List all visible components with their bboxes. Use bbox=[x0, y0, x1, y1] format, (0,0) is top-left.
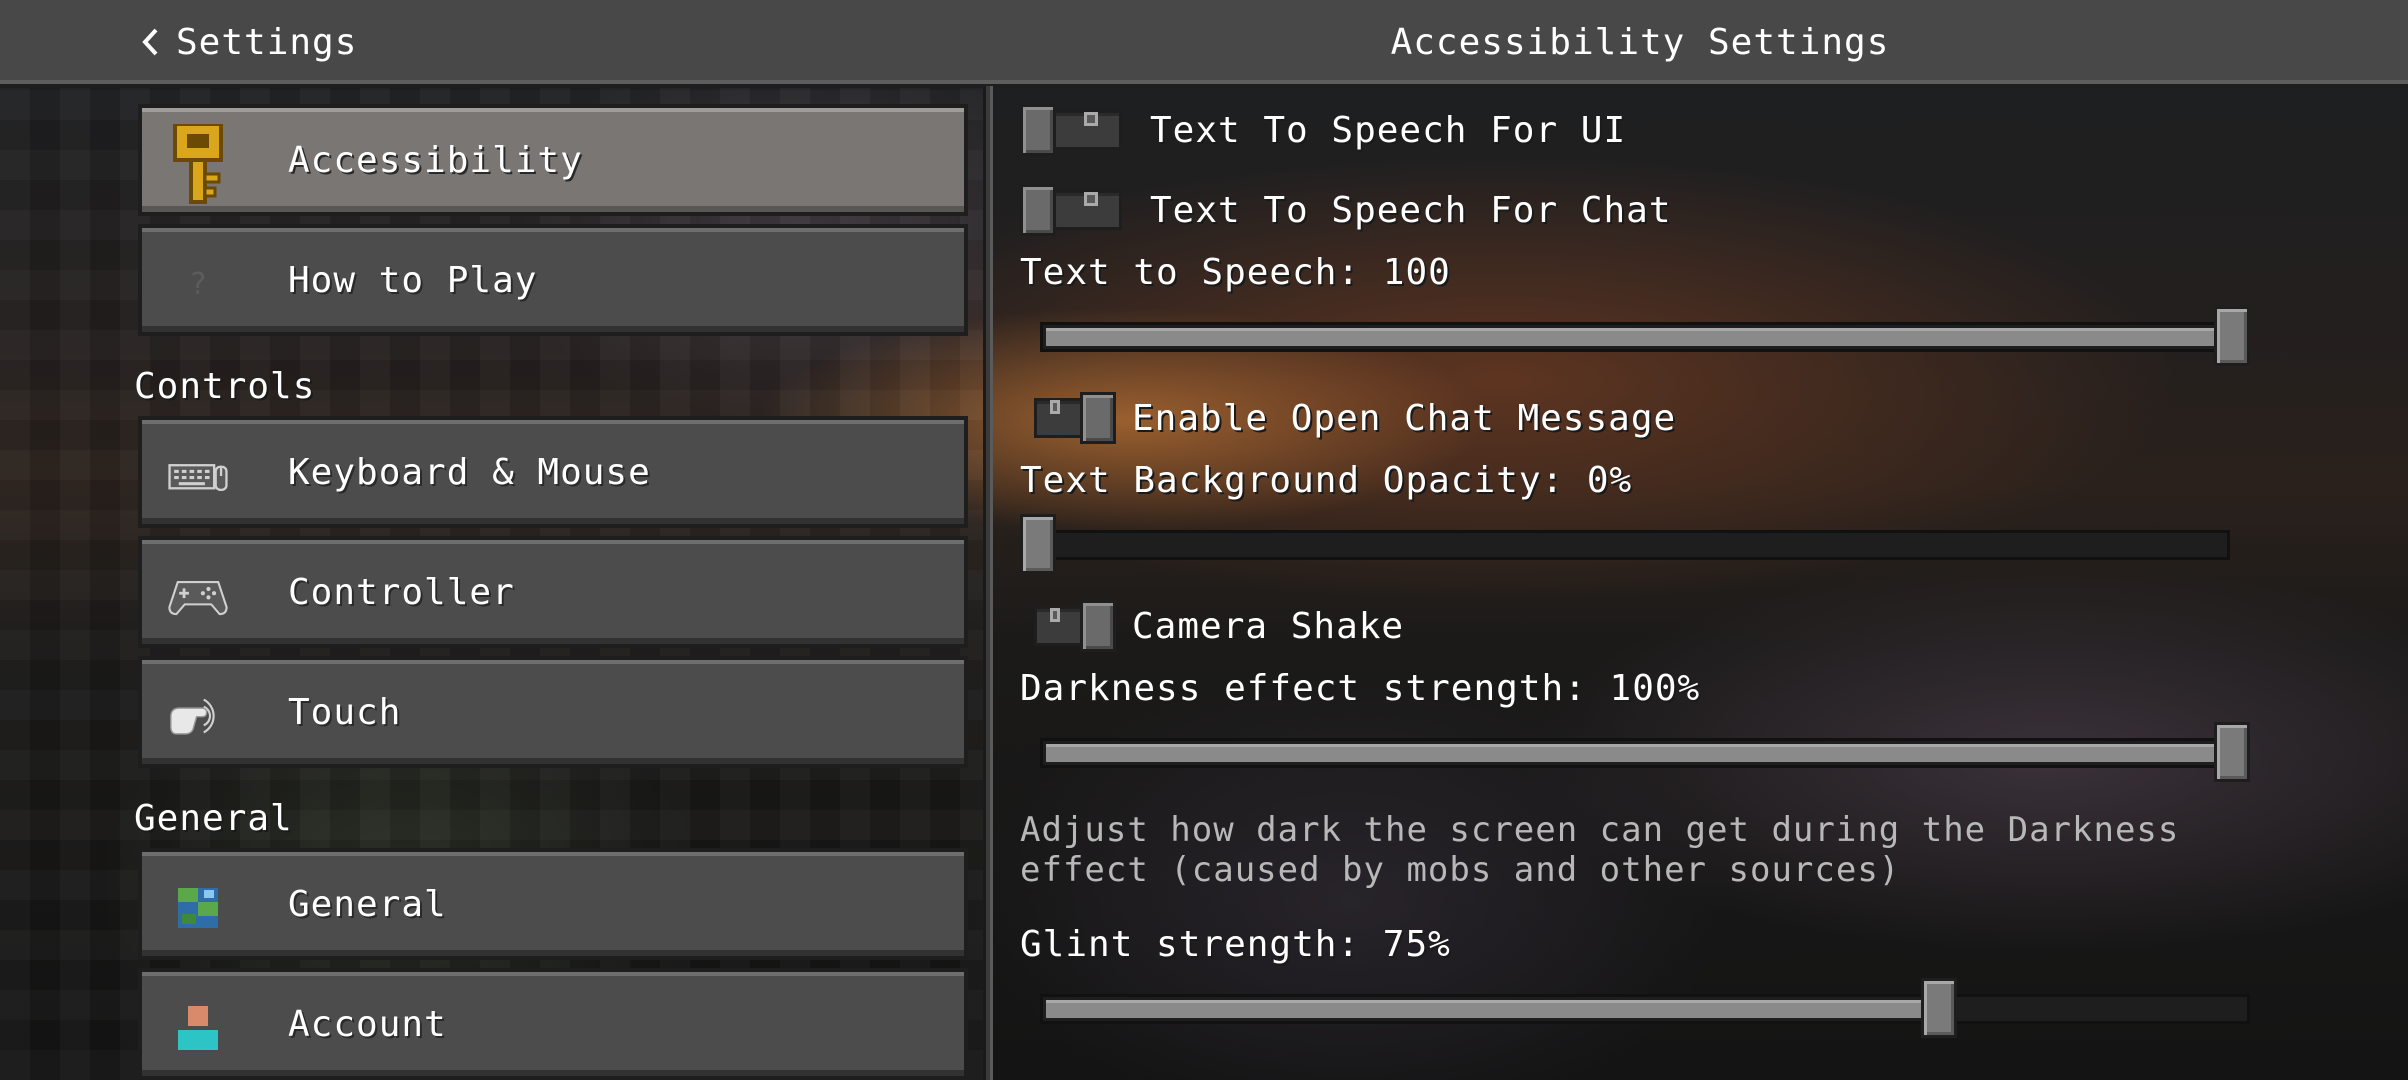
sidebar-item-controller[interactable]: Controller bbox=[138, 536, 968, 648]
glint-label: Glint strength: 75% bbox=[1020, 924, 1451, 965]
toggle-row-camera-shake[interactable]: Camera Shake bbox=[1020, 596, 1404, 656]
tts-ui-toggle[interactable] bbox=[1020, 102, 1124, 158]
camera-shake-toggle[interactable] bbox=[1020, 598, 1124, 654]
question-icon: ? bbox=[188, 266, 208, 302]
darkness-description: Adjust how dark the screen can get durin… bbox=[1020, 810, 2180, 890]
toggle-knob bbox=[1080, 600, 1116, 652]
toggle-row-tts-ui[interactable]: Text To Speech For UI bbox=[1020, 100, 1626, 160]
darkness-label: Darkness effect strength: 100% bbox=[1020, 668, 1701, 709]
tts-volume-label: Text to Speech: 100 bbox=[1020, 252, 1451, 293]
camera-shake-label: Camera Shake bbox=[1132, 605, 1405, 647]
glint-slider[interactable] bbox=[1040, 978, 2250, 1038]
sidebar: Accessibility ? How to Play Controls Key… bbox=[134, 86, 974, 1080]
sidebar-item-how-to-play[interactable]: ? How to Play bbox=[138, 224, 968, 336]
settings-panel: Text To Speech For UI Text To Speech For… bbox=[1000, 86, 2300, 1080]
sidebar-item-keyboard-mouse[interactable]: Keyboard & Mouse bbox=[138, 416, 968, 528]
page-title: Accessibility Settings bbox=[1390, 21, 1890, 63]
sidebar-item-label: Accessibility bbox=[288, 139, 583, 181]
sidebar-item-label: Controller bbox=[288, 571, 515, 613]
slider-thumb[interactable] bbox=[2214, 722, 2250, 782]
slider-thumb[interactable] bbox=[1921, 978, 1957, 1038]
panel-divider bbox=[983, 86, 993, 1080]
sidebar-item-accessibility[interactable]: Accessibility bbox=[138, 104, 968, 216]
slider-fill bbox=[1046, 328, 2250, 346]
toggle-knob bbox=[1080, 392, 1116, 444]
toggle-off-indicator bbox=[1084, 192, 1098, 206]
keyboard-mouse-icon bbox=[168, 446, 228, 506]
gamepad-icon bbox=[168, 566, 228, 626]
slider-fill bbox=[1046, 1000, 1949, 1018]
back-label: Settings bbox=[176, 21, 358, 63]
open-chat-toggle[interactable] bbox=[1020, 390, 1124, 446]
sidebar-item-label: General bbox=[288, 883, 447, 925]
text-bg-opacity-slider[interactable] bbox=[1020, 514, 2230, 574]
section-heading-controls: Controls bbox=[134, 366, 316, 407]
account-icon bbox=[168, 998, 228, 1058]
tts-chat-label: Text To Speech For Chat bbox=[1150, 189, 1672, 231]
slider-thumb[interactable] bbox=[2214, 306, 2250, 366]
toggle-row-open-chat[interactable]: Enable Open Chat Message bbox=[1020, 388, 1676, 448]
tts-ui-label: Text To Speech For UI bbox=[1150, 109, 1627, 151]
chevron-left-icon bbox=[142, 28, 158, 56]
sidebar-item-label: Touch bbox=[288, 691, 402, 733]
toggle-row-tts-chat[interactable]: Text To Speech For Chat bbox=[1020, 180, 1672, 240]
section-heading-general: General bbox=[134, 798, 293, 839]
toggle-knob bbox=[1020, 184, 1056, 236]
sidebar-item-account[interactable]: Account bbox=[138, 968, 968, 1080]
back-button[interactable]: Settings bbox=[140, 14, 357, 70]
sidebar-item-label: How to Play bbox=[288, 259, 538, 301]
top-bar: Settings Accessibility Settings bbox=[0, 0, 2408, 84]
sidebar-item-touch[interactable]: Touch bbox=[138, 656, 968, 768]
toggle-off-indicator bbox=[1084, 112, 1098, 126]
tts-volume-slider[interactable] bbox=[1040, 306, 2250, 366]
toggle-knob bbox=[1020, 104, 1056, 156]
darkness-slider[interactable] bbox=[1040, 722, 2250, 782]
text-bg-opacity-label: Text Background Opacity: 0% bbox=[1020, 460, 1633, 501]
globe-icon bbox=[168, 878, 228, 938]
slider-thumb[interactable] bbox=[1020, 514, 1056, 574]
sidebar-item-general[interactable]: General bbox=[138, 848, 968, 960]
open-chat-label: Enable Open Chat Message bbox=[1132, 397, 1677, 439]
touch-hand-icon bbox=[168, 686, 228, 746]
tts-chat-toggle[interactable] bbox=[1020, 182, 1124, 238]
sidebar-item-label: Account bbox=[288, 1003, 447, 1045]
toggle-on-indicator bbox=[1050, 608, 1060, 622]
toggle-on-indicator bbox=[1050, 400, 1060, 414]
sidebar-item-label: Keyboard & Mouse bbox=[288, 451, 651, 493]
key-icon bbox=[168, 124, 228, 204]
slider-fill bbox=[1046, 744, 2250, 762]
